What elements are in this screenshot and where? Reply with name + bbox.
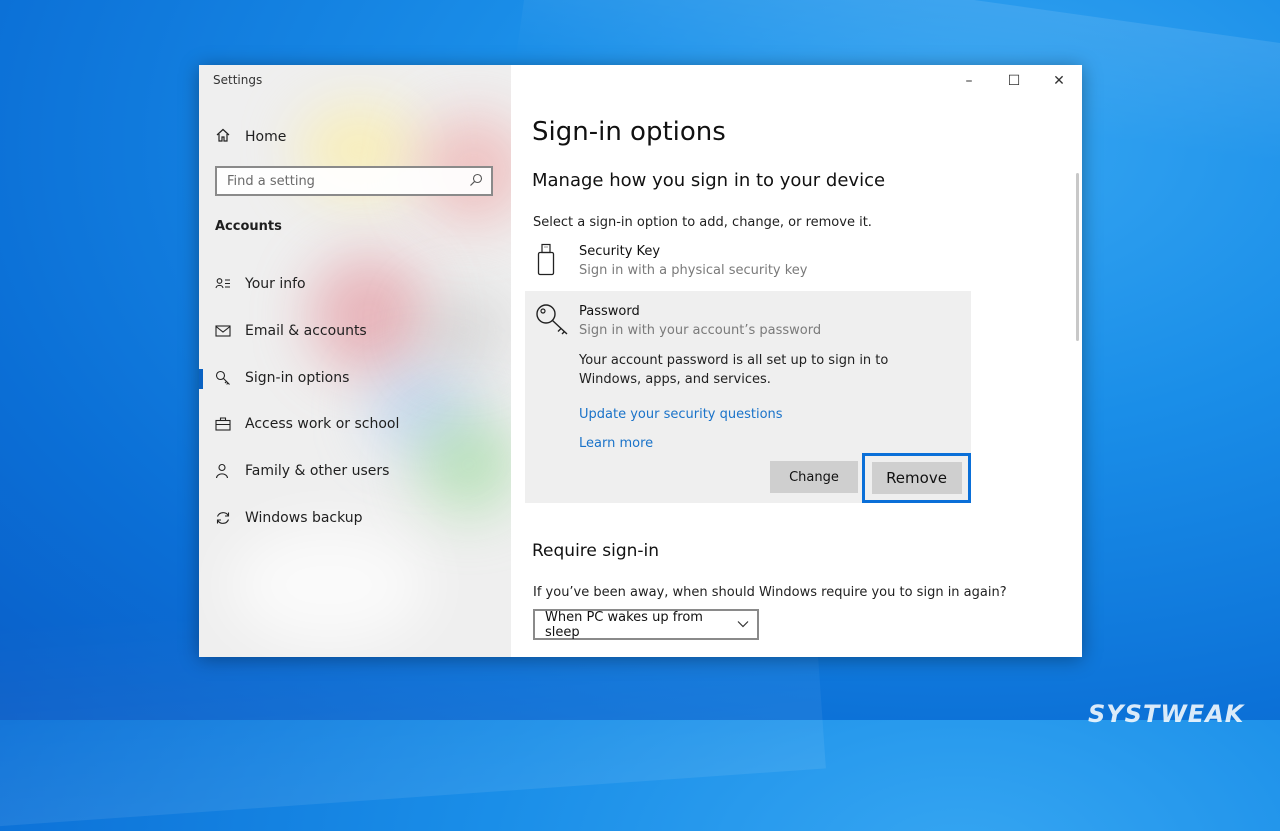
sidebar-item-label: Your info [245,276,306,292]
sidebar-item-label: Family & other users [245,463,390,479]
page-subtitle: Manage how you sign in to your device [532,170,886,191]
sidebar-item-email[interactable]: Email & accounts [199,313,511,349]
option-subtitle: Sign in with a physical security key [579,263,808,278]
option-security-key[interactable]: Security Key Sign in with a physical sec… [525,241,971,285]
key-icon [215,370,245,386]
sidebar-item-label: Windows backup [245,510,363,526]
option-subtitle: Sign in with your account’s password [579,323,822,338]
sidebar-item-label: Email & accounts [245,323,367,339]
sidebar-item-backup[interactable]: Windows backup [199,500,511,536]
section-heading: Accounts [215,219,282,234]
update-security-questions-link[interactable]: Update your security questions [579,407,783,422]
search-input[interactable] [227,173,447,189]
sidebar-item-your-info[interactable]: Your info [199,266,511,302]
sidebar-item-work-school[interactable]: Access work or school [199,406,511,442]
home-link[interactable]: Home [215,127,286,147]
sidebar-item-sign-in-options[interactable]: Sign-in options [199,360,511,396]
remove-button-highlight: Remove [862,453,971,503]
remove-button[interactable]: Remove [871,462,962,494]
mail-icon [215,325,245,337]
page-title: Sign-in options [532,117,726,147]
require-signin-question: If you’ve been away, when should Windows… [533,585,1007,600]
option-title: Password [579,304,640,319]
change-button[interactable]: Change [770,461,858,493]
learn-more-link[interactable]: Learn more [579,436,653,451]
watermark-logo: SYSTWEAK [1088,700,1245,728]
sidebar-item-family[interactable]: Family & other users [199,453,511,489]
minimize-button[interactable]: – [947,71,991,91]
page-description: Select a sign-in option to add, change, … [533,215,872,230]
require-signin-dropdown[interactable]: When PC wakes up from sleep [533,609,759,640]
home-label: Home [245,129,287,145]
dropdown-value: When PC wakes up from sleep [545,609,703,640]
require-signin-heading: Require sign-in [532,541,660,561]
briefcase-icon [215,417,245,431]
active-indicator [199,369,203,389]
close-button[interactable]: ✕ [1037,71,1081,91]
person-card-icon [215,277,245,291]
scrollbar-thumb[interactable] [1076,173,1079,341]
maximize-button[interactable]: ☐ [992,71,1036,91]
sync-icon [215,510,245,526]
password-key-icon [535,303,571,341]
sidebar-item-label: Sign-in options [245,370,350,386]
search-box[interactable] [215,166,493,196]
settings-window: Settings Home Accounts Your info [199,65,1082,657]
usb-key-icon [535,243,557,281]
password-option-panel: Password Sign in with your account’s pas… [525,291,971,503]
sidebar-item-label: Access work or school [245,416,400,432]
search-icon[interactable] [469,172,483,191]
password-status-text: Your account password is all set up to s… [579,353,889,387]
chevron-down-icon [737,617,749,632]
person-add-icon [215,463,245,479]
option-title: Security Key [579,244,661,259]
home-icon [215,127,231,147]
nav-pane: Settings Home Accounts Your info [199,65,511,657]
window-title: Settings [213,73,263,87]
content-pane: – ☐ ✕ Sign-in options Manage how you sig… [511,65,1082,657]
